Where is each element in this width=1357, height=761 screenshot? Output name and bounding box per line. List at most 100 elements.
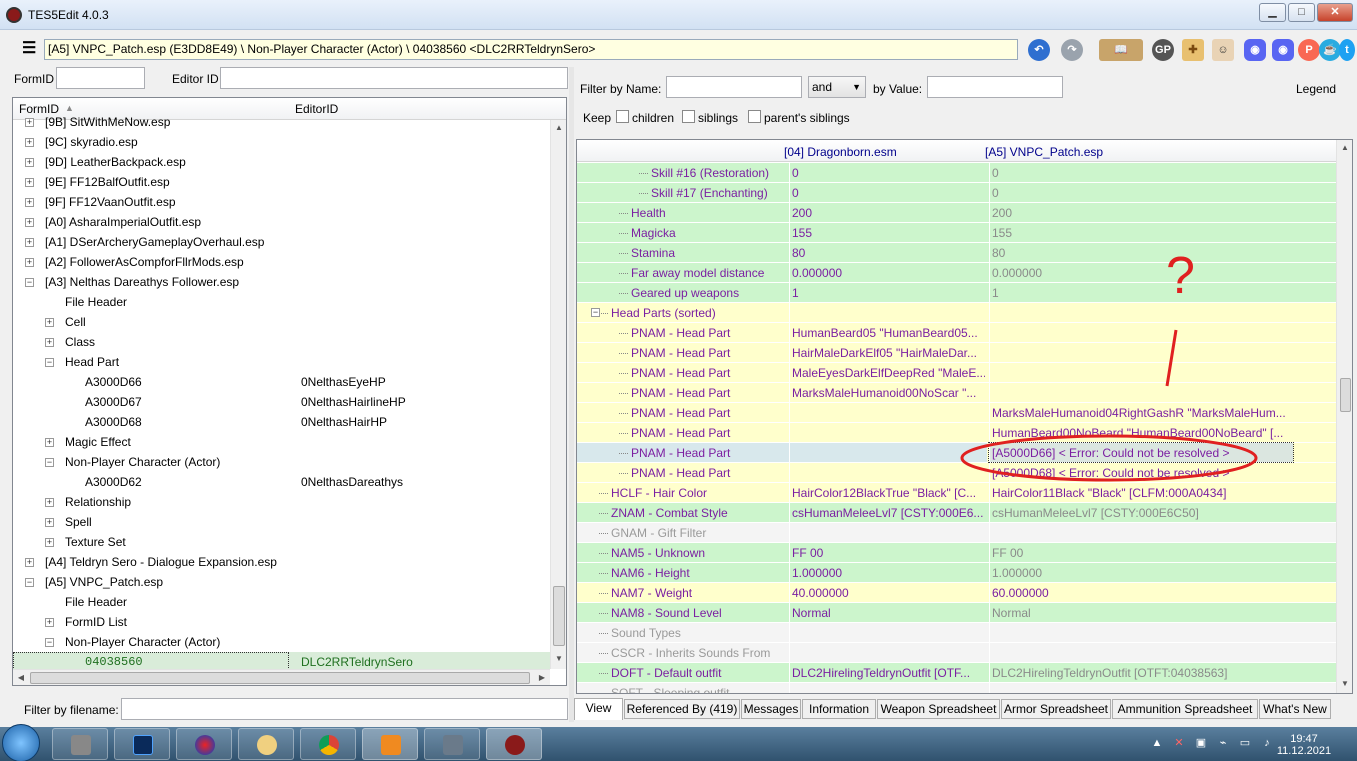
back-icon[interactable]: ↶ [1028,39,1050,61]
discord2-icon[interactable]: ◉ [1272,39,1294,61]
view-row-patch-value[interactable]: Normal [989,603,1293,622]
scroll-left-icon[interactable]: ◀ [13,670,29,685]
taskbar-app-photoshop[interactable] [114,728,170,760]
view-row-patch-value[interactable]: 200 [989,203,1293,222]
discord-icon[interactable]: ◉ [1244,39,1266,61]
expand-icon[interactable]: + [45,338,54,347]
view-row-dragonborn-value[interactable] [789,643,985,662]
tree-row[interactable]: − [A3] Nelthas Dareathys Follower.esp [13,272,550,292]
kofi-icon[interactable]: ☕ [1319,39,1341,61]
view-row-patch-value[interactable]: 1.000000 [989,563,1293,582]
start-button[interactable] [2,724,40,761]
collapse-icon[interactable]: − [591,308,600,317]
taskbar-app-tes5edit[interactable] [486,728,542,760]
scroll-up-icon[interactable]: ▲ [551,120,566,136]
expand-icon[interactable]: + [25,118,34,127]
view-row-patch-value[interactable]: 0 [989,163,1293,182]
patreon-icon[interactable]: P [1298,39,1320,61]
children-checkbox[interactable] [616,110,629,123]
filter-value-input[interactable] [927,76,1063,98]
view-row[interactable]: Skill #17 (Enchanting) 0 0 [577,183,1336,203]
expand-icon[interactable]: + [45,498,54,507]
filter-filename-input[interactable] [121,698,568,720]
puzzle-icon[interactable]: ✚ [1182,39,1204,61]
tree-row[interactable]: + [A1] DSerArcheryGameplayOverhaul.esp [13,232,550,252]
parents-siblings-checkbox[interactable] [748,110,761,123]
tree-row[interactable]: − Head Part [13,352,550,372]
tree-row[interactable]: + Magic Effect [13,432,550,452]
filter-op-select[interactable]: and ▼ [808,76,866,98]
tab-whats-new[interactable]: What's New [1259,699,1331,719]
tab-information[interactable]: Information [802,699,876,719]
scroll-thumb[interactable] [553,586,565,646]
view-row-dragonborn-value[interactable]: Normal [789,603,985,622]
scroll-down-icon[interactable]: ▼ [1337,676,1352,692]
view-row-dragonborn-value[interactable]: DLC2HirelingTeldrynOutfit [OTF... [789,663,985,682]
record-path-field[interactable]: [A5] VNPC_Patch.esp (E3DD8E49) \ Non-Pla… [44,39,1018,60]
view-row-patch-value[interactable]: DLC2HirelingTeldrynOutfit [OTFT:04038563… [989,663,1293,682]
tree-row[interactable]: + [9B] SitWithMeNow.esp [13,112,550,132]
tab-view[interactable]: View [574,698,623,720]
collapse-icon[interactable]: − [25,578,34,587]
taskbar-app-gear[interactable] [52,728,108,760]
tree-row[interactable]: + [A2] FollowerAsCompforFllrMods.esp [13,252,550,272]
tree-row[interactable]: − Non-Player Character (Actor) [13,452,550,472]
scroll-right-icon[interactable]: ▶ [534,670,550,685]
view-row-dragonborn-value[interactable]: 0 [789,163,985,182]
view-row-patch-value[interactable] [989,643,1293,662]
view-row[interactable]: NAM8 - Sound Level Normal Normal [577,603,1336,623]
close-button[interactable]: ✕ [1317,3,1353,22]
view-row[interactable]: Sound Types [577,623,1336,643]
tree-row[interactable]: + [A4] Teldryn Sero - Dialogue Expansion.… [13,552,550,572]
scroll-down-icon[interactable]: ▼ [551,651,566,667]
tree-hscroll[interactable]: ◀ ▶ [13,669,550,685]
view-row[interactable]: CSCR - Inherits Sounds From [577,643,1336,663]
collapse-icon[interactable]: − [45,458,54,467]
view-row[interactable]: NAM6 - Height 1.000000 1.000000 [577,563,1336,583]
tree-row[interactable]: + Class [13,332,550,352]
tray-network-icon[interactable]: ✕ [1172,736,1186,750]
view-row-patch-value[interactable]: csHumanMeleeLvl7 [CSTY:000E6C50] [989,503,1293,522]
siblings-checkbox[interactable] [682,110,695,123]
view-row[interactable]: DOFT - Default outfit DLC2HirelingTeldryn… [577,663,1336,683]
view-row[interactable]: ZNAM - Combat Style csHumanMeleeLvl7 [CST… [577,503,1336,523]
collapse-icon[interactable]: − [25,278,34,287]
collapse-icon[interactable]: − [45,638,54,647]
tray-arrow-icon[interactable]: ▲ [1150,736,1164,750]
tree-vscroll[interactable]: ▲ ▼ [550,120,566,669]
tree-row[interactable]: + [9D] LeatherBackpack.esp [13,152,550,172]
view-row-dragonborn-value[interactable]: FF 00 [789,543,985,562]
forward-icon[interactable]: ↷ [1061,39,1083,61]
taskbar-app-mo[interactable] [424,728,480,760]
expand-icon[interactable]: + [25,158,34,167]
patreon-gp-icon[interactable]: GP [1152,39,1174,61]
view-row-dragonborn-value[interactable]: 200 [789,203,985,222]
tree-row[interactable]: + Cell [13,312,550,332]
tree-row[interactable]: − [A5] VNPC_Patch.esp [13,572,550,592]
view-row-patch-value[interactable]: FF 00 [989,543,1293,562]
tree-row[interactable]: − Non-Player Character (Actor) [13,632,550,652]
tree-row[interactable]: File Header [13,292,550,312]
tab-referenced-by[interactable]: Referenced By (419) [624,699,740,719]
view-row-dragonborn-value[interactable] [789,523,985,542]
tree-row[interactable]: + FormID List [13,612,550,632]
view-row-dragonborn-value[interactable] [789,623,985,642]
tray-volume-icon[interactable]: ♪ [1260,736,1274,750]
expand-icon[interactable]: + [25,178,34,187]
maximize-button[interactable]: □ [1288,3,1315,22]
expand-icon[interactable]: + [45,518,54,527]
collapse-icon[interactable]: − [45,358,54,367]
expand-icon[interactable]: + [25,198,34,207]
expand-icon[interactable]: + [25,558,34,567]
taskbar-app-chrome[interactable] [300,728,356,760]
taskbar-app-dots[interactable] [176,728,232,760]
tree-row[interactable]: A3000D68 0NelthasHairHP [13,412,550,432]
tree-row[interactable]: + Spell [13,512,550,532]
tab-ammunition-spreadsheet[interactable]: Ammunition Spreadsheet [1112,699,1258,719]
splitter[interactable] [569,67,574,722]
tree-row[interactable]: + [9E] FF12BalfOutfit.esp [13,172,550,192]
view-row[interactable]: GNAM - Gift Filter [577,523,1336,543]
minimize-button[interactable]: ▁ [1259,3,1286,22]
expand-icon[interactable]: + [45,438,54,447]
view-row[interactable]: NAM5 - Unknown FF 00 FF 00 [577,543,1336,563]
